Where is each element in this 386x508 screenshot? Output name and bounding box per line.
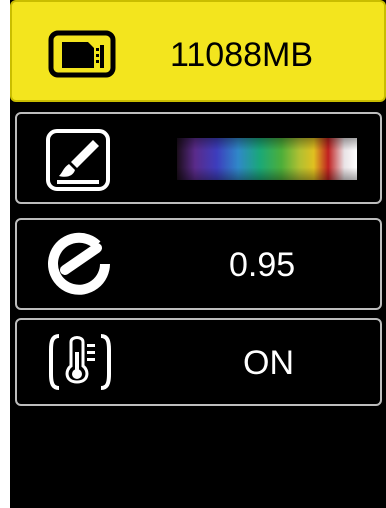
menu-item-palette[interactable] bbox=[15, 112, 382, 204]
menu-item-temperature[interactable]: ON bbox=[15, 318, 382, 406]
palette-color-bar bbox=[177, 138, 357, 180]
menu-item-storage[interactable]: 11088MB bbox=[10, 0, 386, 102]
menu-screen: 11088MB 0.95 ON bbox=[10, 0, 386, 508]
emissivity-icon bbox=[45, 230, 113, 298]
temperature-value: ON bbox=[243, 344, 294, 382]
palette-brush-icon bbox=[45, 128, 111, 192]
emissivity-value: 0.95 bbox=[229, 246, 296, 284]
menu-item-emissivity[interactable]: 0.95 bbox=[15, 218, 382, 310]
storage-value: 11088MB bbox=[170, 36, 314, 74]
thermometer-icon bbox=[47, 332, 113, 392]
sd-card-icon bbox=[48, 30, 116, 78]
